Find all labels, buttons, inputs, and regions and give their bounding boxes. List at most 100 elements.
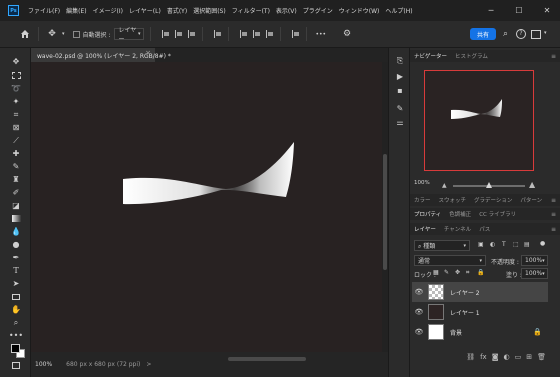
navigator-zoom-slider-handle[interactable] bbox=[486, 182, 492, 188]
filter-pixel-icon[interactable]: ▣ bbox=[478, 241, 484, 248]
auto-select-dropdown[interactable]: レイヤー ▾ bbox=[114, 27, 145, 43]
tab-channels[interactable]: チャンネル bbox=[440, 225, 475, 233]
opacity-input[interactable]: 100% ▾ bbox=[521, 255, 548, 266]
panel-menu-icon[interactable]: ≡ bbox=[551, 197, 556, 204]
zoom-tool-icon[interactable]: ⌕ bbox=[9, 317, 23, 328]
lock-transparent-icon[interactable]: ▦ bbox=[433, 269, 439, 276]
3d-mode-icon[interactable]: ⚙ bbox=[340, 27, 354, 41]
navigator-zoom[interactable]: 100% bbox=[414, 180, 430, 186]
tab-cc-libraries[interactable]: CC ライブラリ bbox=[475, 210, 520, 218]
layer-row[interactable]: 👁 レイヤー 1 bbox=[412, 302, 548, 322]
close-icon[interactable]: × bbox=[145, 49, 151, 57]
layer-row[interactable]: 👁 レイヤー 2 bbox=[412, 282, 548, 302]
tab-patterns[interactable]: パターン bbox=[516, 196, 546, 204]
menu-edit[interactable]: 編集(E) bbox=[63, 6, 89, 15]
help-icon[interactable]: ? bbox=[516, 29, 526, 39]
align-center-icon[interactable] bbox=[175, 30, 183, 38]
tab-histogram[interactable]: ヒストグラム bbox=[451, 52, 492, 60]
adjustments-icon[interactable]: ⚌ bbox=[394, 117, 406, 127]
new-group-icon[interactable]: ▭ bbox=[515, 353, 522, 361]
pen-tool-icon[interactable]: ✒ bbox=[9, 252, 23, 263]
brush-settings-icon[interactable]: ✎ bbox=[394, 103, 406, 113]
chevron-down-icon[interactable]: ▾ bbox=[62, 31, 65, 37]
align-top-icon[interactable] bbox=[240, 30, 248, 38]
zoom-level[interactable]: 100% bbox=[35, 361, 52, 368]
lock-all-icon[interactable]: 🔒 bbox=[477, 269, 484, 276]
chevron-down-icon[interactable]: ▾ bbox=[544, 30, 547, 36]
menu-help[interactable]: ヘルプ(H) bbox=[382, 6, 415, 15]
search-icon[interactable]: ⌕ bbox=[503, 29, 508, 39]
restore-button[interactable]: ☐ bbox=[512, 6, 526, 15]
filter-smart-object-icon[interactable]: ▤ bbox=[524, 241, 530, 248]
tab-properties[interactable]: プロパティ bbox=[410, 210, 445, 218]
layer-row[interactable]: 👁 背景 🔒 bbox=[412, 322, 548, 342]
frame-tool-icon[interactable]: ⊠ bbox=[9, 122, 23, 133]
menu-view[interactable]: 表示(V) bbox=[273, 6, 300, 15]
hand-tool-icon[interactable]: ✋ bbox=[9, 304, 23, 315]
align-middle-icon[interactable] bbox=[253, 30, 261, 38]
blend-mode-dropdown[interactable]: 通常 ▾ bbox=[414, 255, 486, 266]
align-right-icon[interactable] bbox=[188, 30, 196, 38]
new-layer-icon[interactable]: ⊞ bbox=[526, 353, 532, 361]
home-icon[interactable] bbox=[18, 27, 32, 41]
zoom-out-icon[interactable]: ▲ bbox=[442, 182, 447, 189]
tab-navigator[interactable]: ナビゲーター bbox=[410, 52, 451, 60]
tab-gradients[interactable]: グラデーション bbox=[470, 196, 516, 204]
distribute-icon[interactable] bbox=[214, 30, 222, 38]
horizontal-scrollbar-thumb[interactable] bbox=[228, 357, 306, 361]
close-button[interactable]: ✕ bbox=[540, 6, 554, 15]
quick-mask-icon[interactable] bbox=[12, 362, 20, 369]
minimize-button[interactable]: ─ bbox=[484, 6, 498, 15]
layer-style-icon[interactable]: fx bbox=[480, 353, 487, 361]
filter-type-icon[interactable]: T bbox=[502, 241, 506, 248]
align-left-icon[interactable] bbox=[162, 30, 170, 38]
layer-filter-dropdown[interactable]: ⌕ 種類 ▾ bbox=[414, 240, 470, 251]
more-tools-icon[interactable]: ••• bbox=[9, 330, 23, 341]
menu-image[interactable]: イメージ(I) bbox=[90, 6, 126, 15]
eraser-tool-icon[interactable]: ◪ bbox=[9, 200, 23, 211]
lock-artboard-icon[interactable]: ⌗ bbox=[466, 269, 469, 277]
magic-wand-icon[interactable]: ✦ bbox=[9, 96, 23, 107]
comments-icon[interactable]: ▪ bbox=[394, 85, 406, 95]
panel-menu-icon[interactable]: ≡ bbox=[551, 226, 556, 233]
tab-paths[interactable]: パス bbox=[475, 225, 494, 233]
add-mask-icon[interactable]: ◙ bbox=[492, 353, 499, 361]
lock-position-icon[interactable]: ✥ bbox=[455, 269, 460, 276]
menu-plugins[interactable]: プラグイン bbox=[300, 6, 336, 15]
healing-brush-icon[interactable]: ✚ bbox=[9, 148, 23, 159]
menu-window[interactable]: ウィンドウ(W) bbox=[336, 6, 383, 15]
fill-input[interactable]: 100% ▾ bbox=[521, 268, 548, 279]
workspace-icon[interactable] bbox=[531, 30, 541, 39]
status-menu-arrow[interactable]: > bbox=[146, 361, 151, 368]
eye-icon[interactable]: 👁 bbox=[412, 328, 426, 336]
zoom-in-icon[interactable]: ▲ bbox=[529, 180, 535, 189]
layer-name[interactable]: レイヤー 2 bbox=[450, 288, 480, 297]
filter-shape-icon[interactable]: ⬚ bbox=[513, 241, 519, 248]
gradient-tool-icon[interactable] bbox=[9, 213, 23, 224]
history-icon[interactable]: ⎘ bbox=[394, 56, 406, 66]
lasso-tool-icon[interactable]: ➰ bbox=[9, 83, 23, 94]
eye-icon[interactable]: 👁 bbox=[412, 288, 426, 296]
tab-swatches[interactable]: スウォッチ bbox=[435, 196, 471, 204]
marquee-tool-icon[interactable] bbox=[9, 70, 23, 81]
rectangle-tool-icon[interactable] bbox=[9, 291, 23, 302]
menu-select[interactable]: 選択範囲(S) bbox=[190, 6, 229, 15]
link-layers-icon[interactable]: ⛓ bbox=[466, 353, 475, 361]
share-button[interactable]: 共有 bbox=[470, 28, 496, 40]
filter-adjustment-icon[interactable]: ◐ bbox=[490, 241, 495, 248]
crop-tool-icon[interactable]: ⌗ bbox=[9, 109, 23, 120]
stamp-tool-icon[interactable]: ♜ bbox=[9, 174, 23, 185]
tab-layers[interactable]: レイヤー bbox=[410, 225, 440, 233]
eyedropper-icon[interactable]: ⟋ bbox=[9, 135, 23, 146]
document-tab[interactable]: wave-02.psd @ 100% (レイヤー 2, RGB/8#) * × bbox=[31, 48, 171, 62]
menu-file[interactable]: ファイル(F) bbox=[25, 6, 63, 15]
history-brush-icon[interactable]: ✐ bbox=[9, 187, 23, 198]
dodge-tool-icon[interactable]: ● bbox=[9, 239, 23, 250]
canvas[interactable] bbox=[31, 62, 382, 352]
navigator-preview[interactable] bbox=[424, 70, 534, 171]
eye-icon[interactable]: 👁 bbox=[412, 308, 426, 316]
adjustment-layer-icon[interactable]: ◐ bbox=[504, 353, 510, 361]
align-bottom-icon[interactable] bbox=[266, 30, 274, 38]
move-tool-icon[interactable]: ✥ bbox=[9, 56, 23, 67]
type-tool-icon[interactable]: T bbox=[9, 265, 23, 276]
